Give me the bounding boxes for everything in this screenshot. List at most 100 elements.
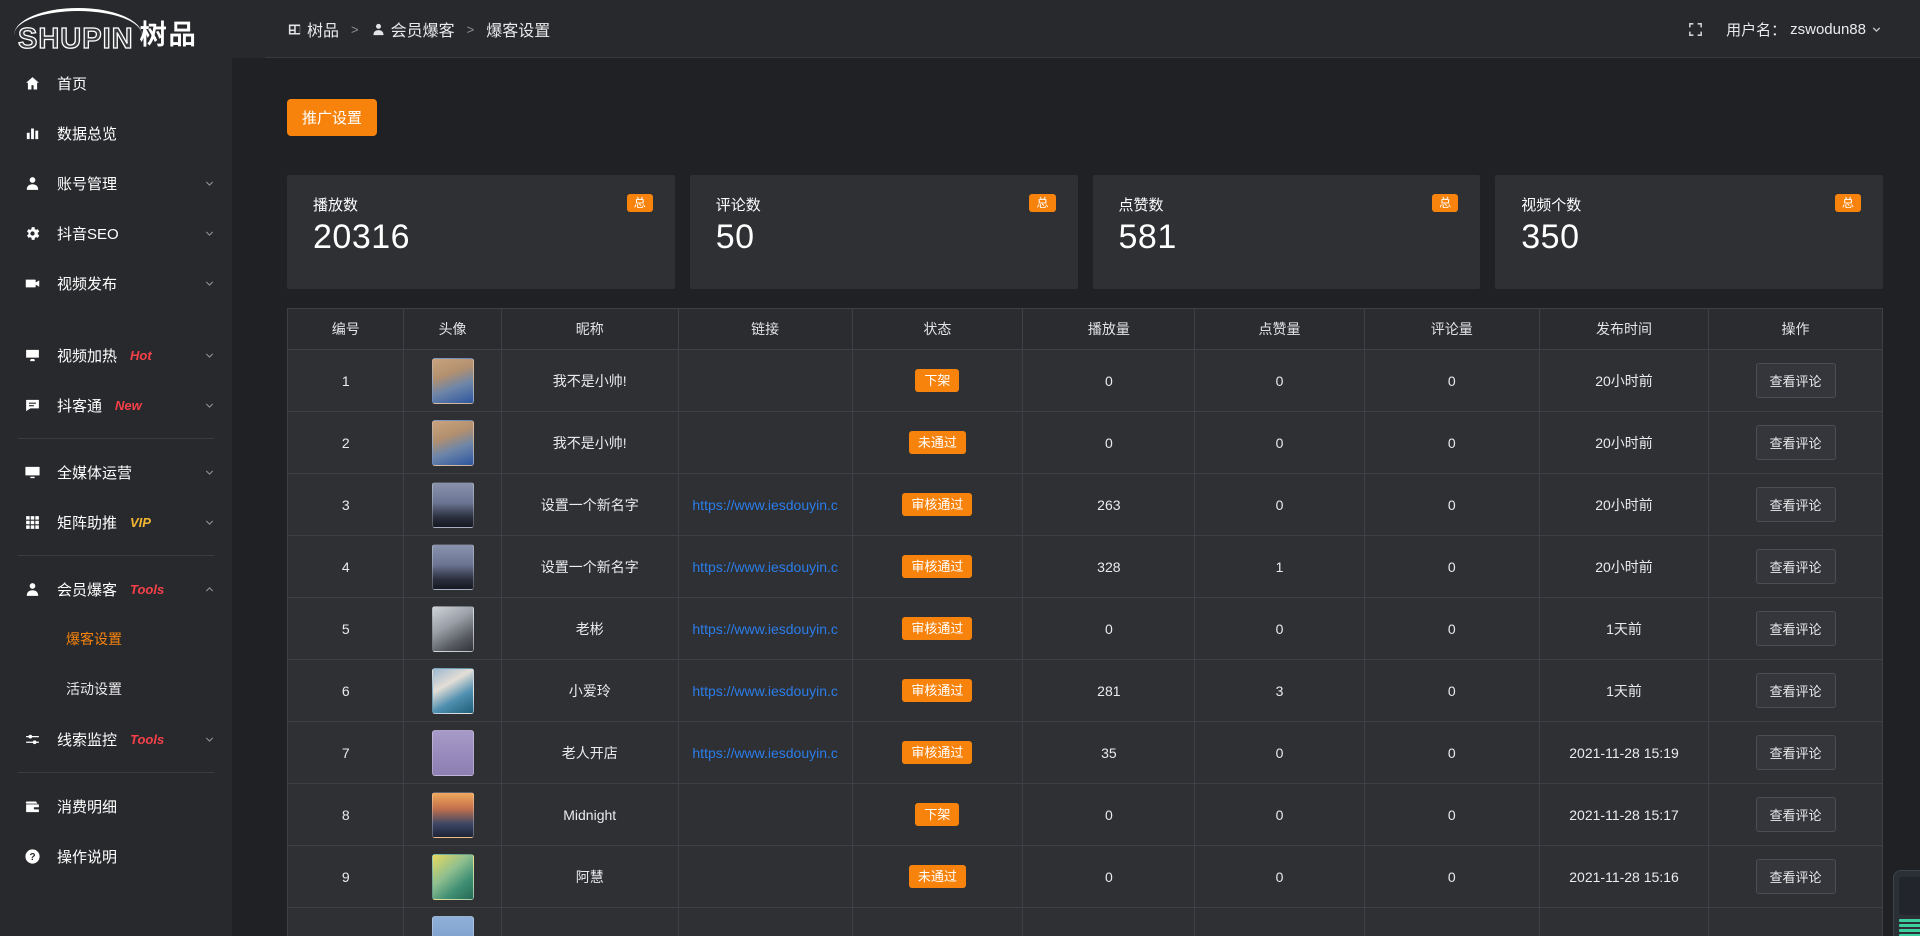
cell-likes: 0 <box>1195 350 1364 412</box>
cell-actions <box>1709 908 1883 936</box>
cell-likes: 0 <box>1195 722 1364 784</box>
view-comments-button[interactable]: 查看评论 <box>1756 859 1836 894</box>
cell-status: 下架 <box>852 784 1023 846</box>
sidebar: SHUPIN 树品 首页数据总览账号管理抖音SEO视频发布视频加热Hot抖客通N… <box>0 0 232 936</box>
sidebar-item-视频加热[interactable]: 视频加热Hot <box>0 330 232 380</box>
status-badge[interactable]: 未通过 <box>909 431 966 454</box>
sidebar-item-消费明细[interactable]: 消费明细 <box>0 781 232 831</box>
stat-card-total-badge[interactable]: 总 <box>1432 194 1458 212</box>
panel-icon <box>287 22 302 37</box>
stat-card-total-badge[interactable]: 总 <box>1029 194 1055 212</box>
stat-card-value: 50 <box>716 218 1052 257</box>
avatar <box>432 730 474 776</box>
status-badge[interactable]: 审核通过 <box>902 617 972 640</box>
view-comments-button[interactable]: 查看评论 <box>1756 797 1836 832</box>
monitor-icon <box>24 464 41 481</box>
sidebar-item-抖客通[interactable]: 抖客通New <box>0 380 232 430</box>
cell-link <box>678 412 852 474</box>
sidebar-subitem-活动设置[interactable]: 活动设置 <box>0 664 232 714</box>
status-badge[interactable]: 下架 <box>915 803 959 826</box>
sidebar-item-矩阵助推[interactable]: 矩阵助推VIP <box>0 497 232 547</box>
sidebar-item-全媒体运营[interactable]: 全媒体运营 <box>0 447 232 497</box>
sidebar-item-首页[interactable]: 首页 <box>0 58 232 108</box>
cell-id <box>288 908 404 936</box>
cell-time: 20小时前 <box>1539 536 1708 598</box>
sidebar-divider <box>18 438 214 439</box>
member-icon <box>24 581 41 598</box>
stat-card-点赞数: 点赞数581总 <box>1093 175 1481 289</box>
sidebar-item-tag: Hot <box>130 348 152 363</box>
stat-card-value: 350 <box>1521 218 1857 257</box>
status-badge[interactable]: 审核通过 <box>902 741 972 764</box>
sidebar-item-会员爆客[interactable]: 会员爆客Tools <box>0 564 232 614</box>
view-comments-button[interactable]: 查看评论 <box>1756 549 1836 584</box>
cell-time: 20小时前 <box>1539 350 1708 412</box>
cell-id: 6 <box>288 660 404 722</box>
stat-card-视频个数: 视频个数350总 <box>1495 175 1883 289</box>
chevron-down-icon <box>203 733 216 746</box>
stat-card-label: 播放数 <box>313 194 649 215</box>
breadcrumb-item-树品[interactable]: 树品 <box>287 17 339 41</box>
video-link[interactable]: https://www.iesdouyin.c <box>692 745 838 761</box>
cell-comments: 0 <box>1364 598 1539 660</box>
breadcrumb-item-会员爆客[interactable]: 会员爆客 <box>371 17 455 41</box>
cell-avatar <box>404 412 501 474</box>
grid-icon <box>24 514 41 531</box>
view-comments-button[interactable]: 查看评论 <box>1756 673 1836 708</box>
view-comments-button[interactable]: 查看评论 <box>1756 363 1836 398</box>
cell-likes: 1 <box>1195 536 1364 598</box>
sidebar-item-tag: Tools <box>130 582 164 597</box>
sidebar-item-数据总览[interactable]: 数据总览 <box>0 108 232 158</box>
breadcrumb-label: 树品 <box>307 17 339 41</box>
stat-card-total-badge[interactable]: 总 <box>627 194 653 212</box>
sidebar-item-视频发布[interactable]: 视频发布 <box>0 258 232 308</box>
status-badge[interactable]: 审核通过 <box>902 555 972 578</box>
user-menu[interactable]: 用户名： zswodun88 <box>1726 19 1883 40</box>
cell-id: 4 <box>288 536 404 598</box>
sidebar-item-操作说明[interactable]: ? 操作说明 <box>0 831 232 881</box>
sidebar-divider <box>18 555 214 556</box>
sidebar-subitem-爆客设置[interactable]: 爆客设置 <box>0 614 232 664</box>
cell-status: 审核通过 <box>852 474 1023 536</box>
cell-plays: 281 <box>1023 660 1195 722</box>
cell-comments: 0 <box>1364 412 1539 474</box>
floating-widget[interactable] <box>1893 870 1920 936</box>
sidebar-item-抖音SEO[interactable]: 抖音SEO <box>0 208 232 258</box>
sidebar-item-账号管理[interactable]: 账号管理 <box>0 158 232 208</box>
cell-comments: 0 <box>1364 350 1539 412</box>
video-link[interactable]: https://www.iesdouyin.c <box>692 683 838 699</box>
cell-status: 未通过 <box>852 412 1023 474</box>
cell-likes: 0 <box>1195 474 1364 536</box>
status-badge[interactable]: 审核通过 <box>902 493 972 516</box>
table-row: 5老彬https://www.iesdouyin.c审核通过0001天前查看评论 <box>288 598 1883 660</box>
avatar <box>432 792 474 838</box>
cell-avatar <box>404 846 501 908</box>
svg-text:?: ? <box>29 852 35 863</box>
cell-status: 审核通过 <box>852 660 1023 722</box>
video-link[interactable]: https://www.iesdouyin.c <box>692 497 838 513</box>
view-comments-button[interactable]: 查看评论 <box>1756 735 1836 770</box>
promo-settings-button[interactable]: 推广设置 <box>287 99 377 136</box>
stat-card-total-badge[interactable]: 总 <box>1835 194 1861 212</box>
video-link[interactable]: https://www.iesdouyin.c <box>692 621 838 637</box>
chart-icon <box>24 125 41 142</box>
cell-likes <box>1195 908 1364 936</box>
username-label: 用户名： <box>1726 19 1786 40</box>
fullscreen-icon[interactable] <box>1687 21 1704 38</box>
sidebar-item-label: 视频发布 <box>57 273 117 294</box>
view-comments-button[interactable]: 查看评论 <box>1756 611 1836 646</box>
status-badge[interactable]: 下架 <box>915 369 959 392</box>
cell-status: 审核通过 <box>852 536 1023 598</box>
sidebar-item-label: 操作说明 <box>57 846 117 867</box>
sidebar-item-label: 矩阵助推 <box>57 512 117 533</box>
stat-card-评论数: 评论数50总 <box>690 175 1078 289</box>
sidebar-item-线索监控[interactable]: 线索监控Tools <box>0 714 232 764</box>
status-badge[interactable]: 未通过 <box>909 865 966 888</box>
view-comments-button[interactable]: 查看评论 <box>1756 425 1836 460</box>
video-link[interactable]: https://www.iesdouyin.c <box>692 559 838 575</box>
status-badge[interactable]: 审核通过 <box>902 679 972 702</box>
view-comments-button[interactable]: 查看评论 <box>1756 487 1836 522</box>
cell-actions: 查看评论 <box>1709 474 1883 536</box>
breadcrumb-item-爆客设置[interactable]: 爆客设置 <box>486 17 550 41</box>
column-header-链接: 链接 <box>678 309 852 350</box>
